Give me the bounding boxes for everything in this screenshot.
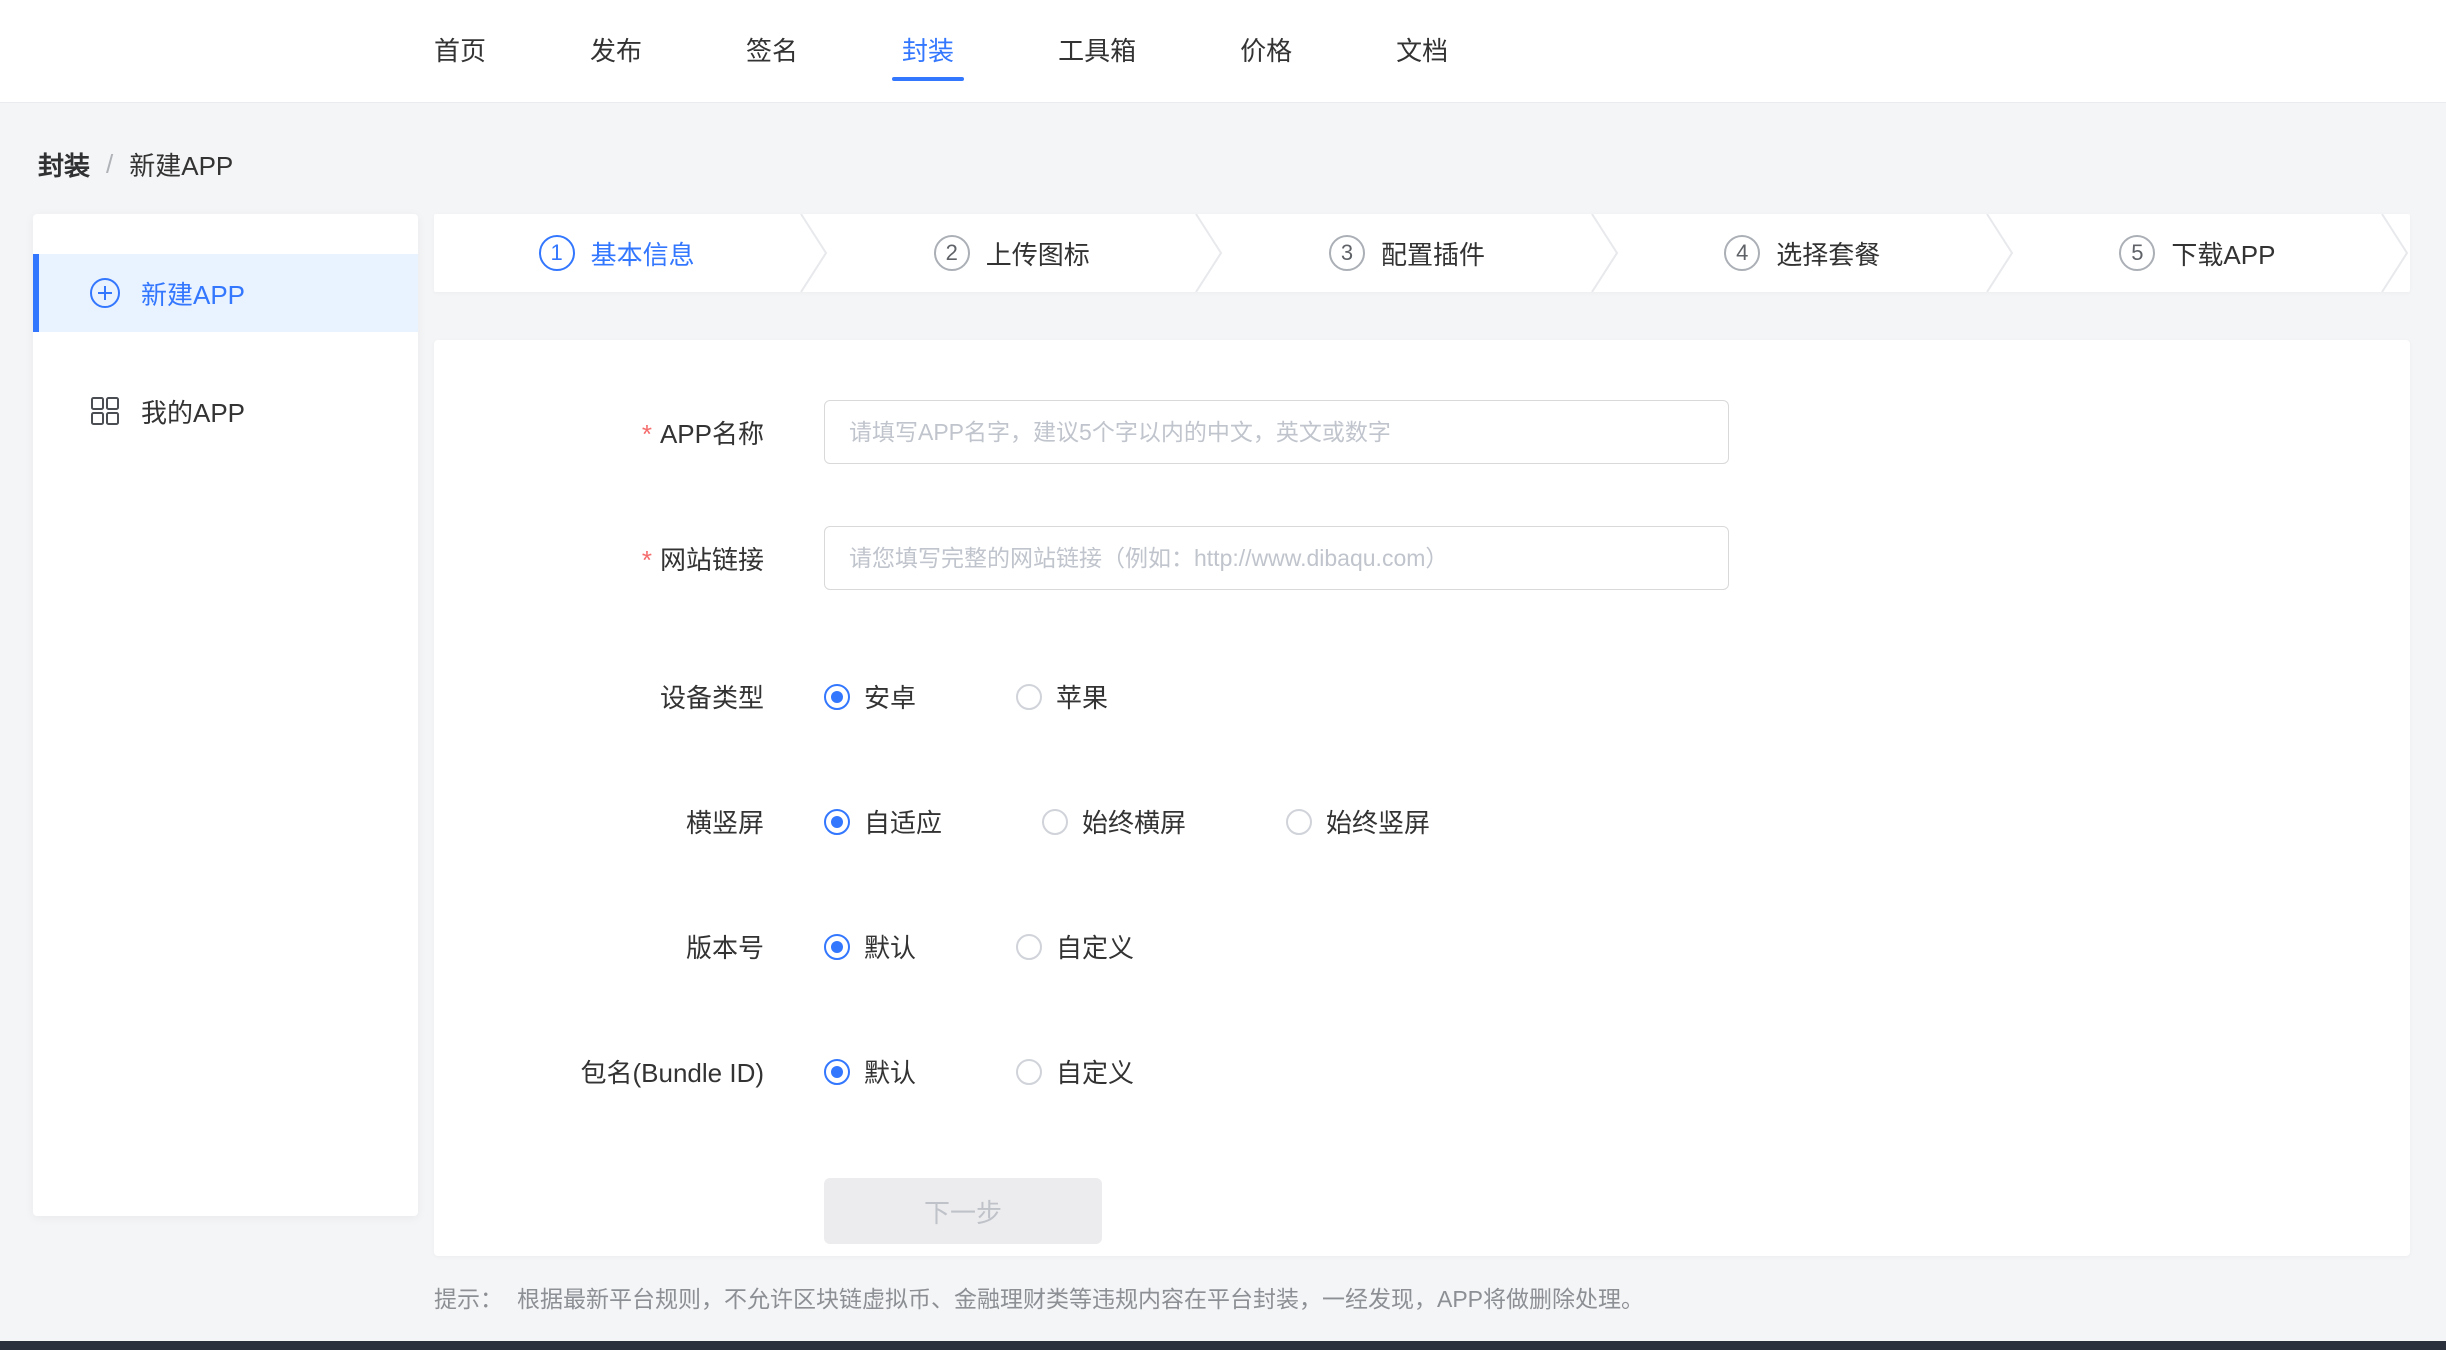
nav-item-home[interactable]: 首页 [434,0,486,103]
breadcrumb-current: 新建APP [129,146,233,183]
breadcrumb-root[interactable]: 封装 [38,146,90,183]
bundle-id-radio-group: 默认 自定义 [824,1053,1234,1090]
radio-selected-icon [824,1059,850,1085]
step-wizard: 1 基本信息 2 上传图标 3 配置插件 4 选择套餐 5 下载APP [434,214,2410,292]
step-label: 选择套餐 [1776,235,1880,272]
radio-unselected-icon [1286,809,1312,835]
app-name-row: *APP名称 [434,400,2410,464]
version-radio-group: 默认 自定义 [824,928,1234,965]
radio-version-custom[interactable]: 自定义 [1016,928,1134,965]
bundle-id-label: 包名(Bundle ID) [434,1053,764,1090]
step-number-badge: 3 [1329,235,1365,271]
tip-text: 根据最新平台规则，不允许区块链虚拟币、金融理财类等违规内容在平台封装，一经发现，… [517,1280,1644,1314]
radio-always-landscape[interactable]: 始终横屏 [1042,803,1186,840]
radio-selected-icon [824,809,850,835]
site-url-row: *网站链接 [434,526,2410,590]
sidebar-item-my-app[interactable]: 我的APP [33,372,418,450]
step-select-plan: 4 选择套餐 [1620,214,1985,292]
device-type-label: 设备类型 [434,678,764,715]
step-basic-info: 1 基本信息 [434,214,799,292]
radio-always-portrait[interactable]: 始终竖屏 [1286,803,1430,840]
radio-selected-icon [824,934,850,960]
sidebar: 新建APP 我的APP [33,214,418,1216]
step-number-badge: 2 [934,235,970,271]
radio-unselected-icon [1016,1059,1042,1085]
orientation-row: 横竖屏 自适应 始终横屏 始终竖屏 [434,803,2410,840]
tip-prefix: 提示： [434,1280,503,1314]
required-mark: * [642,545,652,575]
step-number-badge: 5 [2119,235,2155,271]
step-label: 上传图标 [986,235,1090,272]
nav-item-package[interactable]: 封装 [902,0,954,103]
sidebar-item-label: 我的APP [141,393,245,430]
nav-item-sign[interactable]: 签名 [746,0,798,103]
step-download-app: 5 下载APP [2015,214,2380,292]
version-label: 版本号 [434,928,764,965]
radio-version-default[interactable]: 默认 [824,928,916,965]
orientation-label: 横竖屏 [434,803,764,840]
radio-unselected-icon [1016,684,1042,710]
nav-item-toolbox[interactable]: 工具箱 [1058,0,1136,103]
device-type-row: 设备类型 安卓 苹果 [434,678,2410,715]
radio-unselected-icon [1016,934,1042,960]
radio-selected-icon [824,684,850,710]
main-content: 1 基本信息 2 上传图标 3 配置插件 4 选择套餐 5 下载APP [434,214,2410,1314]
breadcrumb: 封装 / 新建APP [38,146,2446,183]
button-row: 下一步 [434,1178,2410,1244]
app-name-label: *APP名称 [434,414,764,451]
step-upload-icon: 2 上传图标 [829,214,1194,292]
radio-android[interactable]: 安卓 [824,678,916,715]
step-number-badge: 4 [1724,235,1760,271]
step-label: 配置插件 [1381,235,1485,272]
chevron-right-icon [1590,214,1620,292]
grid-icon [89,395,121,427]
site-url-label: *网站链接 [434,540,764,577]
radio-unselected-icon [1042,809,1068,835]
nav-item-price[interactable]: 价格 [1240,0,1292,103]
radio-bundle-custom[interactable]: 自定义 [1016,1053,1134,1090]
radio-apple[interactable]: 苹果 [1016,678,1108,715]
site-url-input[interactable] [824,526,1729,590]
radio-adaptive[interactable]: 自适应 [824,803,942,840]
chevron-right-icon [1194,214,1224,292]
chevron-right-icon [2380,214,2410,292]
nav-item-docs[interactable]: 文档 [1396,0,1448,103]
breadcrumb-separator: / [106,149,113,180]
footer-strip [0,1341,2446,1350]
app-name-input[interactable] [824,400,1729,464]
chevron-right-icon [1985,214,2015,292]
bundle-id-row: 包名(Bundle ID) 默认 自定义 [434,1053,2410,1090]
nav-item-publish[interactable]: 发布 [590,0,642,103]
sidebar-item-label: 新建APP [141,275,245,312]
version-row: 版本号 默认 自定义 [434,928,2410,965]
plus-circle-icon [89,277,121,309]
platform-rule-tip: 提示： 根据最新平台规则，不允许区块链虚拟币、金融理财类等违规内容在平台封装，一… [434,1280,2410,1314]
step-label: 基本信息 [591,235,695,272]
device-type-radio-group: 安卓 苹果 [824,678,1208,715]
chevron-right-icon [799,214,829,292]
required-mark: * [642,419,652,449]
step-number-badge: 1 [539,235,575,271]
step-configure-plugin: 3 配置插件 [1224,214,1589,292]
orientation-radio-group: 自适应 始终横屏 始终竖屏 [824,803,1530,840]
sidebar-item-new-app[interactable]: 新建APP [33,254,418,332]
top-navigation: 首页 发布 签名 封装 工具箱 价格 文档 [0,0,2446,103]
radio-bundle-default[interactable]: 默认 [824,1053,916,1090]
nav-items: 首页 发布 签名 封装 工具箱 价格 文档 [434,0,1448,103]
step-label: 下载APP [2171,235,2275,272]
next-step-button[interactable]: 下一步 [824,1178,1102,1244]
basic-info-form: *APP名称 *网站链接 设备类型 安卓 苹果 [434,340,2410,1256]
